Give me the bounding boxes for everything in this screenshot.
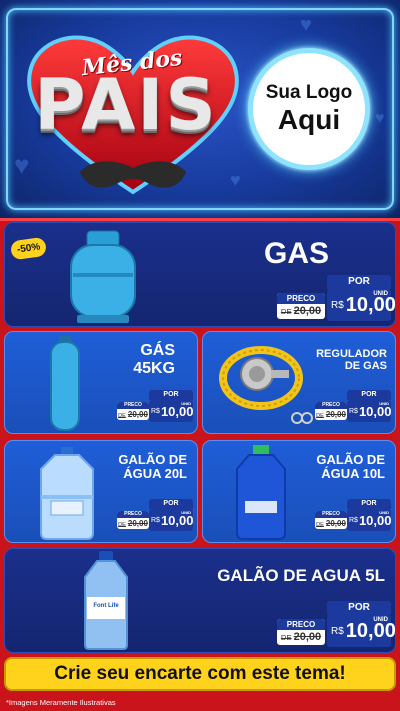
price-tag: POR R$ 10,00 UNID PRECO DE 20,00	[315, 390, 392, 422]
por-label: POR	[347, 499, 391, 509]
product-card-regulador[interactable]: REGULADOR DE GAS POR R$ 10,00 UNID PRECO …	[202, 331, 396, 434]
gas-regulator-icon	[219, 346, 313, 424]
tall-gas-cylinder-icon	[50, 336, 80, 431]
water-jug-20l-icon	[40, 447, 94, 540]
price-label: PRECO	[315, 511, 347, 518]
gas-cylinder-icon	[70, 230, 136, 323]
price-box: R$ 10,00 UNID	[149, 400, 194, 422]
unit-label: UNID	[181, 510, 191, 515]
discount-badge: -50%	[9, 236, 48, 261]
unit-label: UNID	[373, 617, 388, 623]
water-jug-10l-icon	[236, 445, 286, 540]
product-card-galao-20l[interactable]: GALÃO DE ÁGUA 20L POR R$ 10,00 UNID PRECO…	[4, 440, 198, 543]
product-name: GÁS 45KG	[133, 342, 175, 377]
old-price: DE 20,00	[280, 305, 322, 317]
currency-label: R$	[151, 407, 160, 415]
disclaimer-text: *Imagens Meramente Ilustrativas	[6, 698, 116, 707]
price-label: PRECO	[117, 402, 149, 409]
currency-label: R$	[349, 516, 358, 524]
por-label: POR	[327, 601, 391, 615]
old-price-box: PRECO DE 20,00	[277, 619, 325, 645]
por-label: POR	[149, 390, 193, 400]
cta-banner[interactable]: Crie seu encarte com este tema!	[4, 657, 396, 691]
currency-label: R$	[331, 625, 344, 637]
heart-decoration-icon: ♥	[375, 110, 385, 127]
currency-label: R$	[331, 299, 344, 311]
old-price-box: PRECO DE 20,00	[315, 511, 347, 529]
product-card-galao-5l[interactable]: Font Life GALÃO DE AGUA 5L POR R$ 10,00 …	[4, 548, 396, 653]
old-price: DE 20,00	[118, 519, 148, 528]
price-box: R$ 10,00 UNID	[327, 615, 395, 647]
old-price-box: PRECO DE 20,00	[315, 402, 347, 420]
cta-banner-text: Crie seu encarte com este tema!	[54, 663, 346, 684]
currency-label: R$	[349, 407, 358, 415]
old-price-box: PRECO DE 20,00	[117, 402, 149, 420]
por-label: POR	[327, 275, 391, 289]
product-name: GALÃO DE ÁGUA 20L	[118, 452, 187, 482]
price-tag: POR R$ 10,00 UNID PRECO DE 20,00	[277, 601, 395, 647]
por-label: POR	[149, 499, 193, 509]
product-card-gas[interactable]: -50% GAS POR R$ 10,00 UNID PRECO DE 20,00	[4, 222, 396, 327]
unit-label: UNID	[373, 291, 388, 297]
product-card-gas-45kg[interactable]: GÁS 45KG POR R$ 10,00 UNID PRECO DE 20,00	[4, 331, 198, 434]
price-label: PRECO	[117, 511, 149, 518]
unit-label: UNID	[181, 401, 191, 406]
logo-placeholder[interactable]: Sua Logo Aqui	[248, 48, 370, 170]
product-name: GALÃO DE AGUA 5L	[217, 566, 385, 585]
price-label: PRECO	[315, 402, 347, 409]
header-banner: ♥ ♥ ♥ ♥ Mês dos PAIS Sua Logo Aqui	[0, 0, 400, 218]
unit-label: UNID	[379, 510, 389, 515]
product-name: REGULADOR DE GAS	[316, 348, 387, 373]
price-tag: POR R$ 10,00 UNID PRECO DE 20,00	[277, 275, 395, 321]
heart-decoration-icon: ♥	[300, 14, 312, 36]
product-name: GAS	[263, 237, 329, 270]
product-name: GALÃO DE ÁGUA 10L	[316, 452, 385, 482]
bottle-brand-label: Font Life	[93, 603, 119, 609]
por-label: POR	[347, 390, 391, 400]
old-price: DE 20,00	[316, 519, 346, 528]
old-price-box: PRECO DE 20,00	[277, 293, 325, 319]
price-box: R$ 10,00 UNID	[347, 400, 392, 422]
price-label: PRECO	[277, 619, 325, 630]
price-box: R$ 10,00 UNID	[327, 289, 395, 321]
water-bottle-5l-icon	[84, 551, 128, 650]
product-card-galao-10l[interactable]: GALÃO DE ÁGUA 10L POR R$ 10,00 UNID PRECO…	[202, 440, 396, 543]
price-tag: POR R$ 10,00 UNID PRECO DE 20,00	[117, 390, 194, 422]
old-price: DE 20,00	[280, 631, 322, 643]
old-price-box: PRECO DE 20,00	[117, 511, 149, 529]
title-pais: PAIS	[34, 64, 218, 146]
current-price: 10,00	[345, 619, 396, 642]
price-tag: POR R$ 10,00 UNID PRECO DE 20,00	[315, 499, 392, 531]
current-price: 10,00	[345, 293, 396, 316]
price-label: PRECO	[277, 293, 325, 304]
logo-text-line1: Sua Logo	[265, 82, 353, 103]
price-tag: POR R$ 10,00 UNID PRECO DE 20,00	[117, 499, 194, 531]
logo-text-line2: Aqui	[277, 104, 341, 135]
price-box: R$ 10,00 UNID	[149, 509, 194, 531]
unit-label: UNID	[379, 401, 389, 406]
old-price: DE 20,00	[118, 410, 148, 419]
price-box: R$ 10,00 UNID	[347, 509, 392, 531]
old-price: DE 20,00	[316, 410, 346, 419]
currency-label: R$	[151, 516, 160, 524]
